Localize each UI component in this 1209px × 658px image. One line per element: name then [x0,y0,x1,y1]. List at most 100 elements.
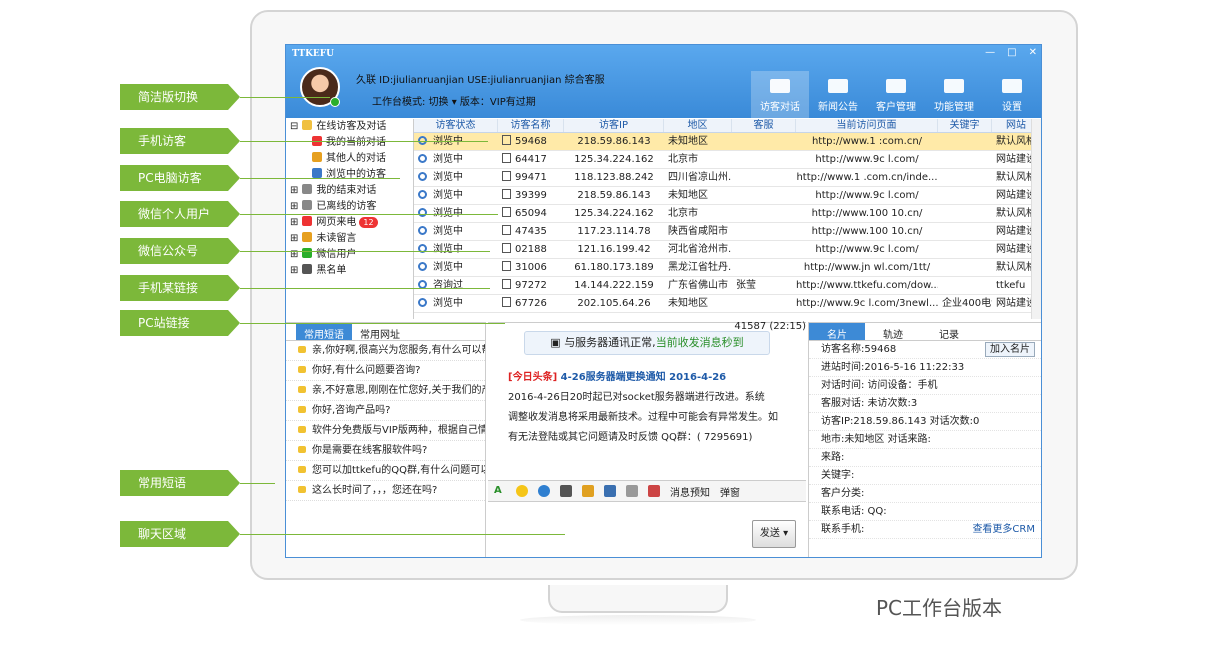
list-item[interactable]: 亲,你好啊,很高兴为您服务,有什么可以帮 [286,341,485,361]
table-row[interactable]: 咨询过 97272 14.144.222.159 广东省佛山市 张莹 http://www… [414,277,1041,295]
cell-text: 浏览中 [433,172,463,183]
folder-icon[interactable] [582,485,594,497]
save-icon[interactable] [604,485,616,497]
minimize-button[interactable]: — [985,47,995,58]
column-header[interactable]: 访客名称 [498,119,564,132]
tool-news[interactable]: 新闻公告 [809,71,867,118]
table-cell: 31006 [498,259,564,276]
expand-icon[interactable]: ⊞ [290,265,298,276]
device-icon [502,297,511,307]
function-icon [944,79,964,93]
tree-item[interactable]: ⊞ 已离线的访客 [286,199,413,215]
browser-icon[interactable] [538,485,550,497]
callout-line [240,534,565,535]
tree-item[interactable]: ⊞ 黑名单 [286,263,413,279]
add-card-button[interactable]: 加入名片 [985,342,1035,357]
info-row: 关键字: [809,467,1041,485]
caption: PC工作台版本 [876,596,1003,620]
list-item[interactable]: 你是需要在线客服软件吗? [286,441,485,461]
tree-item[interactable]: 其他人的对话 [286,151,413,167]
visitor-info-panel: 名片 轨迹 记录 访客名称:59468 加入名片 进站时间:2016-5-16 11… [808,322,1041,557]
column-header[interactable]: 关键字 [938,119,992,132]
expand-icon[interactable]: ⊞ [290,185,298,196]
table-cell [938,205,992,222]
send-button[interactable]: 发送 ▾ [752,520,796,548]
grid-scrollbar[interactable] [1031,119,1041,319]
column-header[interactable]: 当前访问页面 [796,119,938,132]
table-row[interactable]: 浏览中 31006 61.180.173.189 黑龙江省牡丹... http://ww… [414,259,1041,277]
device-icon [502,135,511,145]
list-item[interactable]: 软件分免费版与VIP版两种，根据自己情况 [286,421,485,441]
table-row[interactable]: 浏览中 99471 118.123.88.242 四川省凉山州... http://ww… [414,169,1041,187]
more-crm-link[interactable]: 查看更多CRM [972,521,1035,539]
table-row[interactable]: 浏览中 67726 202.105.64.26 未知地区 http://www.9c l… [414,295,1041,313]
column-header[interactable]: 地区 [664,119,732,132]
expand-icon[interactable]: ⊟ [290,121,298,132]
expand-icon[interactable]: ⊞ [290,217,298,228]
tool-visitor-chat[interactable]: 访客对话 [751,71,809,118]
column-header[interactable]: 客服 [732,119,796,132]
tool-settings[interactable]: 设置 [983,71,1041,118]
cell-text: http://www.9c l.com/ [815,244,919,255]
transfer-icon[interactable] [648,485,660,497]
list-item[interactable]: 您可以加ttkefu的QQ群,有什么问题可以直 [286,461,485,481]
column-header[interactable]: 访客IP [564,119,664,132]
tree-item[interactable]: ⊞ 未读留言 [286,231,413,247]
cell-text: 未知地区 [668,190,708,201]
callout-label: 微信个人用户 [120,201,240,227]
tab-records[interactable]: 记录 [921,323,977,341]
tree-item[interactable]: ⊟ 在线访客及对话 [286,119,413,135]
column-header[interactable]: 访客状态 [414,119,498,132]
tree-item-label: 已离线的访客 [316,201,377,212]
tree-item[interactable]: ⊞ 微信用户 [286,247,413,263]
table-row[interactable]: 浏览中59468218.59.86.143未知地区http://www.1 :c… [414,133,1041,151]
table-cell: 125.34.224.162 [564,151,664,168]
info-text: 联系手机: [821,524,865,535]
expand-icon[interactable]: ⊞ [290,233,298,244]
table-cell: 47435 [498,223,564,240]
list-item[interactable]: 你好,有什么问题要咨询? [286,361,485,381]
preview-toggle[interactable]: 消息预知 [670,484,710,499]
screenshot-icon[interactable] [560,485,572,497]
message-icon [298,406,306,413]
list-item[interactable]: 你好,咨询产品吗? [286,401,485,421]
font-icon[interactable]: A [494,485,506,497]
tab-track[interactable]: 轨迹 [865,323,921,341]
tree-item[interactable]: 浏览中的访客 [286,167,413,183]
list-item[interactable]: 亲,不好意思,刚刚在忙您好,关于我们的产 [286,381,485,401]
list-item[interactable]: 这么长时间了，，，您还在吗? [286,481,485,501]
cell-text: http://www.1 :com.cn/ [811,136,923,147]
table-cell [938,223,992,240]
cell-text: 61.180.173.189 [574,262,654,273]
maximize-button[interactable]: □ [1007,47,1016,58]
tool-customers[interactable]: 客户管理 [867,71,925,118]
table-cell: 97272 [498,277,564,294]
tab-phrases[interactable]: 常用短语 [296,323,352,341]
mode-switch[interactable]: 工作台模式: 切换 ▾ 版本：VIP有过期 [372,93,536,108]
tree-item[interactable]: 我的当前对话 [286,135,413,151]
emoji-icon[interactable] [516,485,528,497]
table-row[interactable]: 浏览中65094125.34.224.162北京市http://www.100 … [414,205,1041,223]
callout-label: 常用短语 [120,470,240,496]
callout-label: PC电脑访客 [120,165,240,191]
tree-item[interactable]: ⊞ 网页来电 12 [286,215,413,231]
table-row[interactable]: 浏览中 39399 218.59.86.143 未知地区 http://www.9c l… [414,187,1041,205]
table-row[interactable]: 浏览中 02188 121.16.199.42 河北省沧州市... http://www… [414,241,1041,259]
cell-text: 默认风格 [996,262,1036,273]
tree-item[interactable]: ⊞ 我的结束对话 [286,183,413,199]
news-title: [今日头条] 4-26服务器端更换通知 2016-4-26 [508,372,727,383]
tab-urls[interactable]: 常用网址 [352,323,408,341]
tool-functions[interactable]: 功能管理 [925,71,983,118]
table-cell [732,259,796,276]
expand-icon[interactable]: ⊞ [290,201,298,212]
close-button[interactable]: ✕ [1029,47,1037,58]
cell-text: http://www.9c l.com/ [815,154,919,165]
table-row[interactable]: 浏览中 47435 117.23.114.78 陕西省咸阳市 http://www.10… [414,223,1041,241]
tab-card[interactable]: 名片 [809,323,865,341]
cell-text: 北京市 [668,154,698,165]
history-icon[interactable] [626,485,638,497]
popup-toggle[interactable]: 弹窗 [720,484,740,499]
device-icon [502,189,511,199]
table-cell: 117.23.114.78 [564,223,664,240]
table-row[interactable]: 浏览中 64417 125.34.224.162 北京市 http://www.9c l… [414,151,1041,169]
